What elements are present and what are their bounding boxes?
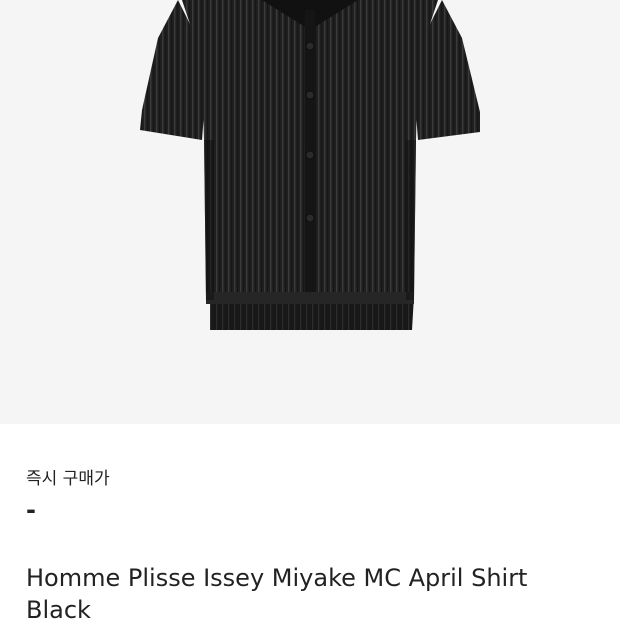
shirt-illustration bbox=[140, 0, 480, 330]
shirt-button bbox=[305, 41, 315, 51]
instant-buy-price-value: - bbox=[26, 496, 36, 524]
product-detail-page: 즉시 구매가 - Homme Plisse Issey Miyake MC Ap… bbox=[0, 0, 620, 620]
left-side-shade bbox=[204, 140, 214, 300]
shirt-button bbox=[305, 90, 315, 100]
instant-buy-price-label: 즉시 구매가 bbox=[26, 469, 110, 489]
shirt-button bbox=[305, 213, 315, 223]
shirt-button bbox=[305, 150, 315, 160]
product-image[interactable] bbox=[0, 0, 620, 424]
hem-edge bbox=[206, 292, 414, 304]
product-title: Homme Plisse Issey Miyake MC April Shirt… bbox=[26, 564, 528, 620]
right-side-shade bbox=[406, 140, 416, 300]
